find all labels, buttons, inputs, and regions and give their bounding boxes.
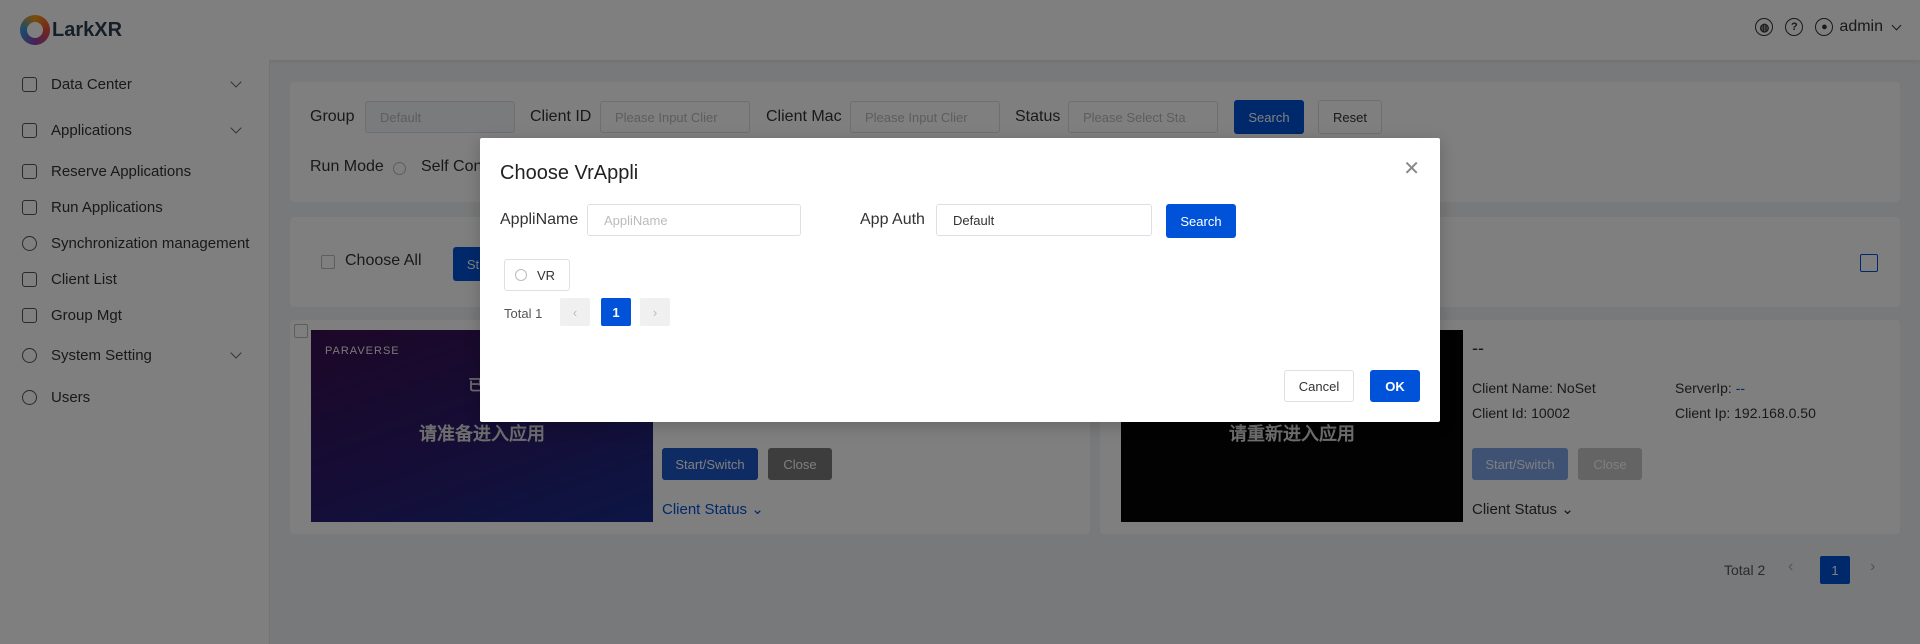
vr-radio [515,269,527,281]
ok-button[interactable]: OK [1370,370,1420,402]
app-auth-label: App Auth [860,211,925,228]
app-auth-value: Default [953,212,995,228]
dialog-pagination-total: Total 1 [504,306,543,321]
appliname-placeholder: AppliName [604,212,668,228]
close-icon[interactable]: ✕ [1403,156,1420,181]
appliname-label: AppliName [500,211,579,228]
vr-option[interactable]: VR [504,259,570,291]
dialog-title: Choose VrAppli [500,162,639,184]
dialog-page-button-current[interactable]: 1 [601,298,631,326]
vr-option-label: VR [537,267,556,283]
dialog-next-page-icon[interactable]: › [640,298,670,326]
choose-vrappli-dialog: Choose VrAppli ✕ AppliName AppliName App… [480,138,1440,422]
cancel-button[interactable]: Cancel [1284,370,1354,402]
app-auth-select[interactable]: Default [936,204,1152,236]
dialog-search-button[interactable]: Search [1166,204,1236,238]
dialog-prev-page-icon[interactable]: ‹ [560,298,590,326]
appliname-input[interactable]: AppliName [587,204,801,236]
